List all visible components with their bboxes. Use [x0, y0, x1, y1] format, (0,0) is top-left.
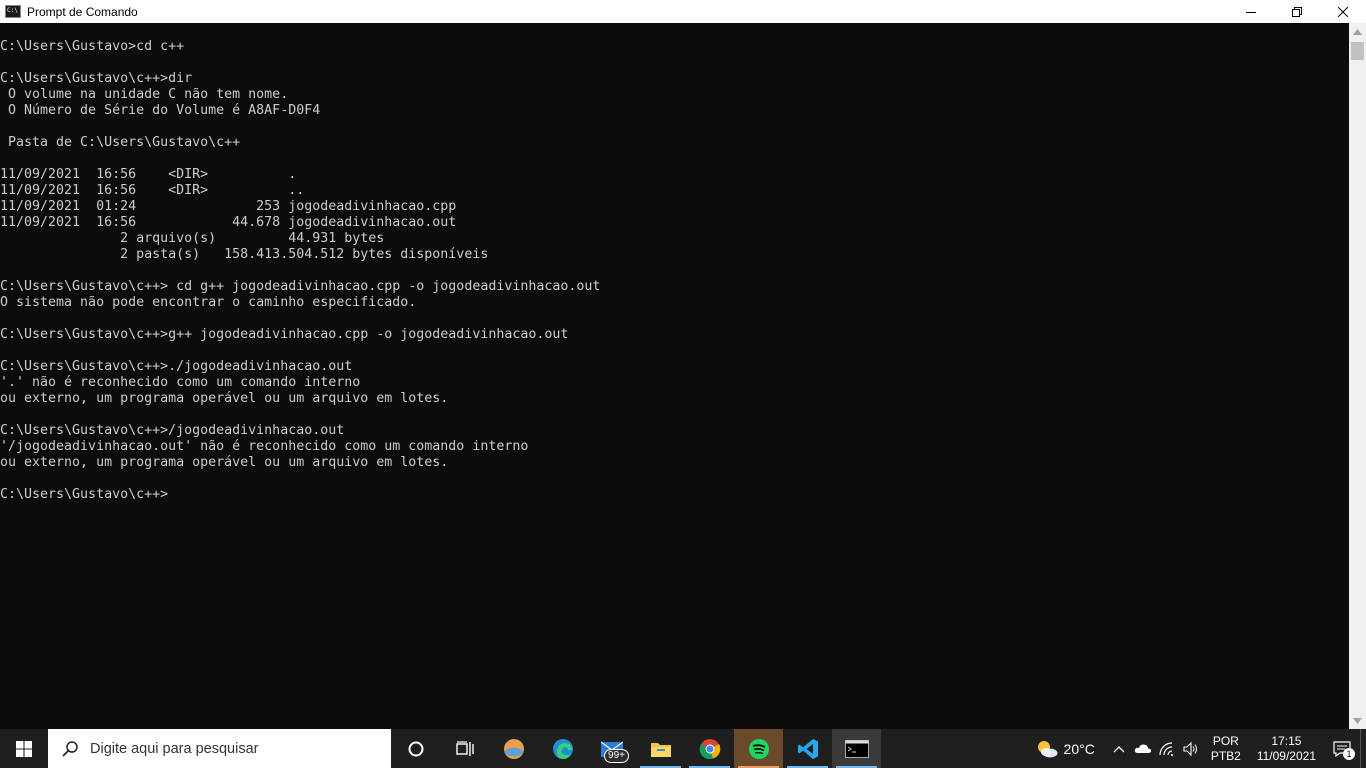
- weather-widget[interactable]: 20°C: [1036, 740, 1095, 758]
- clock-time: 17:15: [1271, 733, 1302, 748]
- cloud-icon: [1134, 744, 1151, 753]
- search-placeholder: Digite aqui para pesquisar: [90, 740, 259, 757]
- window-title: Prompt de Comando: [27, 4, 138, 19]
- chevron-up-icon: [1113, 745, 1125, 752]
- console-line: O Número de Série do Volume é A8AF-D0F4: [0, 103, 321, 118]
- clock-date: 11/09/2021: [1256, 748, 1316, 763]
- vscode-icon: [797, 738, 818, 759]
- console-line: C:\Users\Gustavo\c++>/jogodeadivinhacao.…: [0, 423, 345, 438]
- system-tray: 20°C POR PTB2 17:15 11/09/2021 1: [1036, 729, 1366, 768]
- console-line: ou externo, um programa operável ou um a…: [0, 455, 449, 470]
- console-line: 11/09/2021 16:56 44.678 jogodeadivinhaca…: [0, 215, 457, 230]
- console-line: 2 pasta(s) 158.413.504.512 bytes disponí…: [0, 247, 489, 262]
- spotify-icon: [748, 738, 769, 759]
- console-line: O sistema não pode encontrar o caminho e…: [0, 295, 417, 310]
- console-line: 11/09/2021 01:24 253 jogodeadivinhacao.c…: [0, 199, 457, 214]
- taskbar-app-file-explorer[interactable]: [636, 729, 685, 768]
- console-line: Pasta de C:\Users\Gustavo\c++: [0, 135, 241, 150]
- task-view-button[interactable]: [440, 729, 489, 768]
- action-center-button[interactable]: 1: [1324, 729, 1360, 768]
- scroll-up-arrow-icon[interactable]: [1349, 23, 1366, 40]
- title-bar: C:\ Prompt de Comando: [0, 0, 1366, 23]
- taskbar: Digite aqui para pesquisar 99+ 20°C POR …: [0, 729, 1366, 768]
- window-controls: [1228, 0, 1366, 23]
- taskbar-app-chrome[interactable]: [685, 729, 734, 768]
- console-line: '/jogodeadivinhacao.out' não é reconheci…: [0, 439, 529, 454]
- taskbar-app-edge[interactable]: [538, 729, 587, 768]
- console-line: C:\Users\Gustavo\c++> cd g++ jogodeadivi…: [0, 279, 601, 294]
- console-text: C:\Users\Gustavo>cd c++ C:\Users\Gustavo…: [0, 39, 600, 503]
- console-output-area[interactable]: C:\Users\Gustavo>cd c++ C:\Users\Gustavo…: [0, 23, 1349, 729]
- scroll-down-arrow-icon[interactable]: [1349, 712, 1366, 729]
- vertical-scrollbar[interactable]: [1349, 23, 1366, 729]
- cortana-button[interactable]: [391, 729, 440, 768]
- wifi-icon: [1159, 741, 1173, 756]
- start-button[interactable]: [0, 729, 48, 768]
- windows-logo-icon: [16, 740, 32, 757]
- speaker-icon: [1183, 741, 1197, 756]
- search-icon: [62, 740, 78, 757]
- taskbar-app-mail[interactable]: 99+: [587, 729, 636, 768]
- clock[interactable]: 17:15 11/09/2021: [1257, 734, 1316, 764]
- onedrive-tray-button[interactable]: [1131, 729, 1155, 768]
- network-tray-button[interactable]: [1155, 729, 1179, 768]
- cmd-app-icon: C:\: [5, 5, 21, 18]
- keyboard-layout: PTB2: [1210, 748, 1241, 763]
- console-line: '.' não é reconhecido como um comando in…: [0, 375, 361, 390]
- edge-icon: [552, 738, 573, 759]
- console-line: 2 arquivo(s) 44.931 bytes: [0, 231, 385, 246]
- console-line: 11/09/2021 16:56 <DIR> ..: [0, 183, 305, 198]
- notification-count: 1: [1343, 748, 1355, 760]
- console-line: O volume na unidade C não tem nome.: [0, 87, 289, 102]
- language-code: POR: [1212, 733, 1239, 748]
- taskbar-app-orb[interactable]: [489, 729, 538, 768]
- temperature-text: 20°C: [1063, 740, 1095, 757]
- restore-button[interactable]: [1274, 0, 1320, 23]
- console-line: C:\Users\Gustavo\c++>dir: [0, 71, 193, 86]
- show-hidden-icons-button[interactable]: [1107, 729, 1131, 768]
- orb-app-icon: [503, 738, 524, 759]
- cortana-icon: [408, 741, 423, 756]
- close-button[interactable]: [1320, 0, 1366, 23]
- scrollbar-thumb[interactable]: [1351, 42, 1364, 60]
- minimize-button[interactable]: [1228, 0, 1274, 23]
- weather-partly-cloudy-icon: [1037, 740, 1058, 757]
- mail-badge: 99+: [604, 749, 629, 763]
- taskbar-app-spotify[interactable]: [734, 729, 783, 768]
- taskbar-app-cmd[interactable]: [832, 729, 881, 768]
- console-line: C:\Users\Gustavo>cd c++: [0, 39, 185, 54]
- console-line: C:\Users\Gustavo\c++>./jogodeadivinhacao…: [0, 359, 353, 374]
- taskbar-app-vscode[interactable]: [783, 729, 832, 768]
- cmd-icon: [844, 739, 869, 758]
- taskbar-search-box[interactable]: Digite aqui para pesquisar: [48, 729, 391, 768]
- task-view-icon: [455, 740, 474, 756]
- chrome-icon: [699, 738, 720, 759]
- volume-tray-button[interactable]: [1179, 729, 1203, 768]
- file-explorer-icon: [650, 742, 671, 757]
- console-line: C:\Users\Gustavo\c++>g++ jogodeadivinhac…: [0, 327, 569, 342]
- input-language-indicator[interactable]: POR PTB2: [1211, 734, 1241, 764]
- console-line: ou externo, um programa operável ou um a…: [0, 391, 449, 406]
- console-line: 11/09/2021 16:56 <DIR> .: [0, 167, 297, 182]
- show-desktop-button[interactable]: [1360, 729, 1366, 768]
- console-line: C:\Users\Gustavo\c++>: [0, 487, 169, 502]
